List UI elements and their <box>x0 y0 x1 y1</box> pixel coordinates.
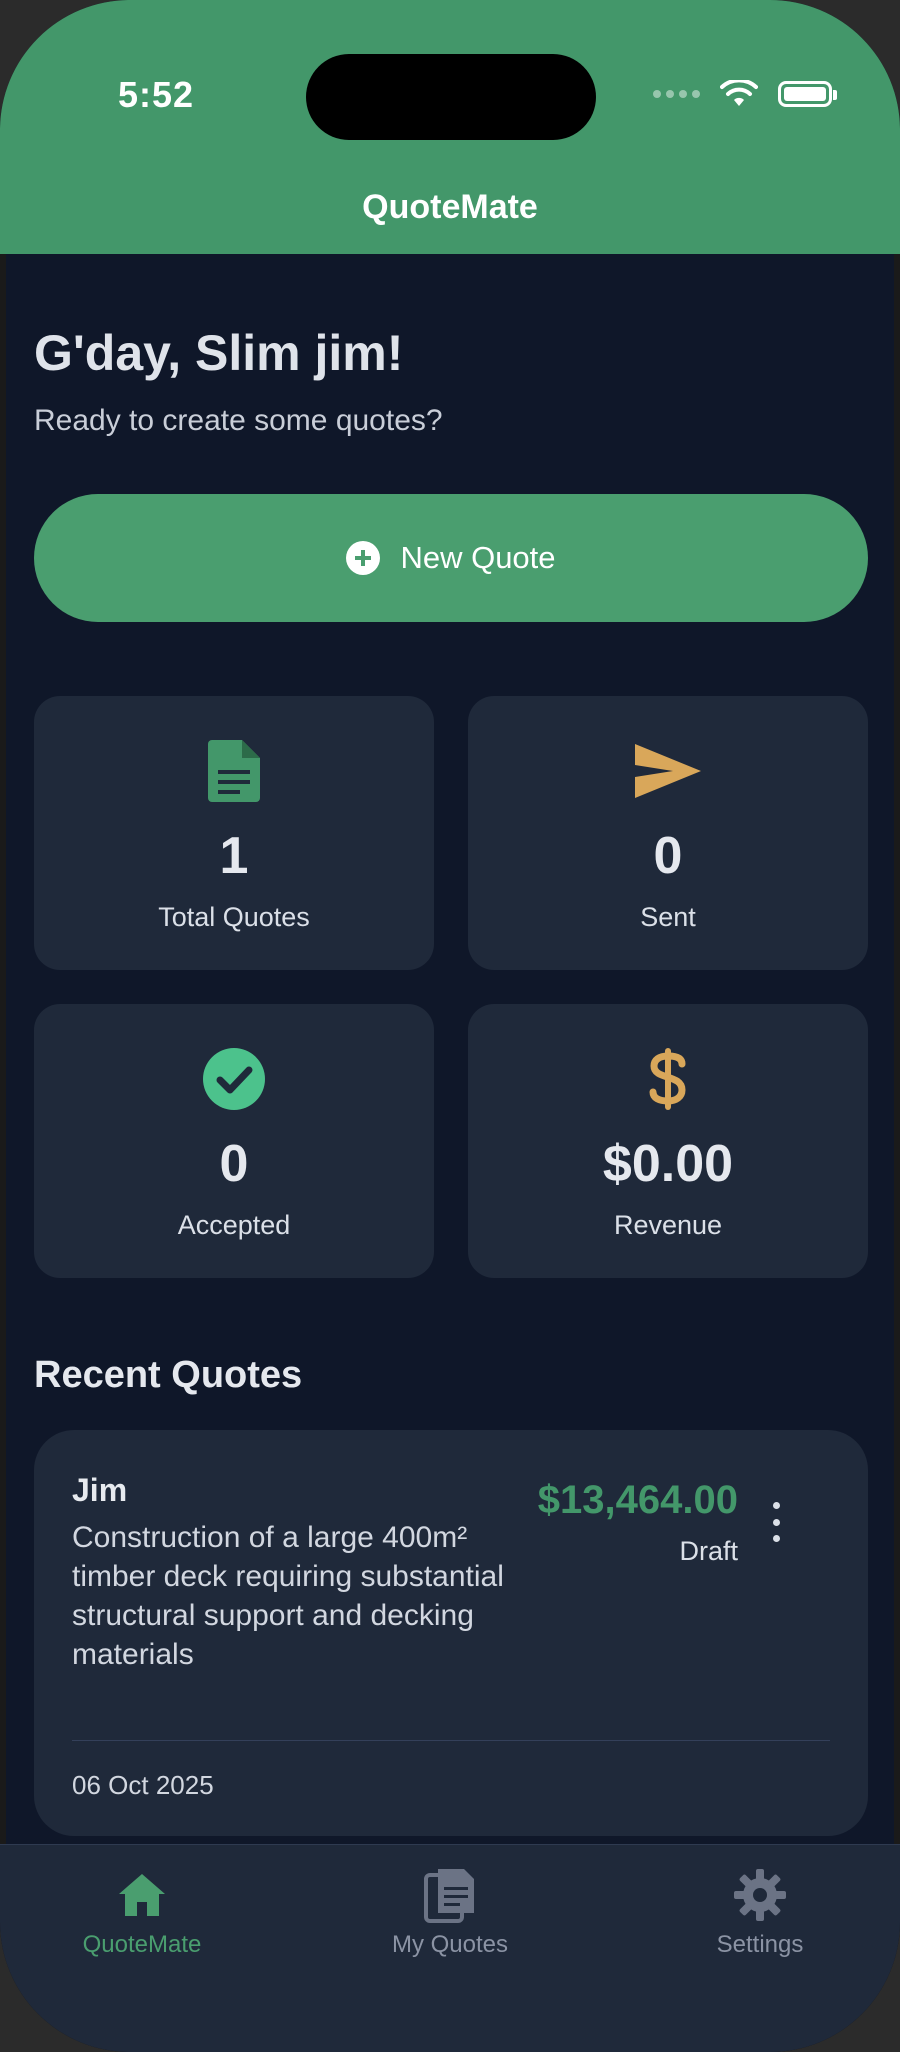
greeting-subtitle: Ready to create some quotes? <box>34 404 443 437</box>
send-icon <box>635 744 701 798</box>
stat-card-accepted[interactable]: 0 Accepted <box>34 1004 434 1278</box>
home-icon <box>119 1874 165 1916</box>
tab-label: QuoteMate <box>82 1931 202 1958</box>
stat-value: 0 <box>219 1135 249 1193</box>
stat-value: $0.00 <box>602 1135 734 1193</box>
quote-status: Draft <box>679 1536 738 1566</box>
stat-label: Accepted <box>177 1210 291 1240</box>
tab-label: My Quotes <box>391 1931 509 1958</box>
plus-circle-icon <box>346 541 381 575</box>
check-circle-icon <box>203 1048 265 1110</box>
greeting-title: G'day, Slim jim! <box>34 325 404 381</box>
app-header: 5:52 QuoteMate <box>0 0 900 254</box>
stat-label: Sent <box>640 902 696 932</box>
documents-icon <box>424 1869 474 1923</box>
recent-quotes-title: Recent Quotes <box>34 1354 303 1396</box>
stat-value: 0 <box>653 827 683 885</box>
tab-my-quotes[interactable]: My Quotes <box>340 1867 560 1959</box>
divider <box>72 1740 830 1741</box>
more-options-icon[interactable] <box>766 1502 786 1542</box>
dollar-icon <box>649 1048 686 1110</box>
tab-label: Settings <box>716 1931 804 1958</box>
quote-client: Jim <box>72 1472 128 1508</box>
stat-card-revenue[interactable]: $0.00 Revenue <box>468 1004 868 1278</box>
status-icons <box>653 80 837 108</box>
page-title: QuoteMate <box>362 188 538 226</box>
stat-label: Revenue <box>613 1210 723 1240</box>
stat-value: 1 <box>219 827 249 885</box>
stat-card-sent[interactable]: 0 Sent <box>468 696 868 970</box>
quote-date: 06 Oct 2025 <box>72 1770 214 1800</box>
dynamic-island <box>306 54 596 140</box>
new-quote-label: New Quote <box>400 540 556 575</box>
tab-settings[interactable]: Settings <box>650 1867 870 1959</box>
tab-quotemate[interactable]: QuoteMate <box>32 1867 252 1959</box>
quote-card[interactable]: Jim Construction of a large 400m² timber… <box>34 1430 868 1836</box>
stat-card-total-quotes[interactable]: 1 Total Quotes <box>34 696 434 970</box>
document-icon <box>208 740 260 802</box>
status-time: 5:52 <box>118 74 195 115</box>
gear-icon <box>734 1869 786 1921</box>
phone-screen: 5:52 QuoteMate G'day, Slim jim! Ready to… <box>0 0 900 2052</box>
cellular-signal-icon <box>653 90 700 98</box>
quote-amount: $13,464.00 <box>537 1478 738 1522</box>
stat-label: Total Quotes <box>158 902 310 932</box>
wifi-icon <box>720 80 758 106</box>
tab-bar: QuoteMate My Quotes Settings <box>0 1844 900 2052</box>
new-quote-button[interactable]: New Quote <box>34 494 868 622</box>
quote-description: Construction of a large 400m² timber dec… <box>72 1521 504 1671</box>
battery-icon <box>778 81 837 107</box>
